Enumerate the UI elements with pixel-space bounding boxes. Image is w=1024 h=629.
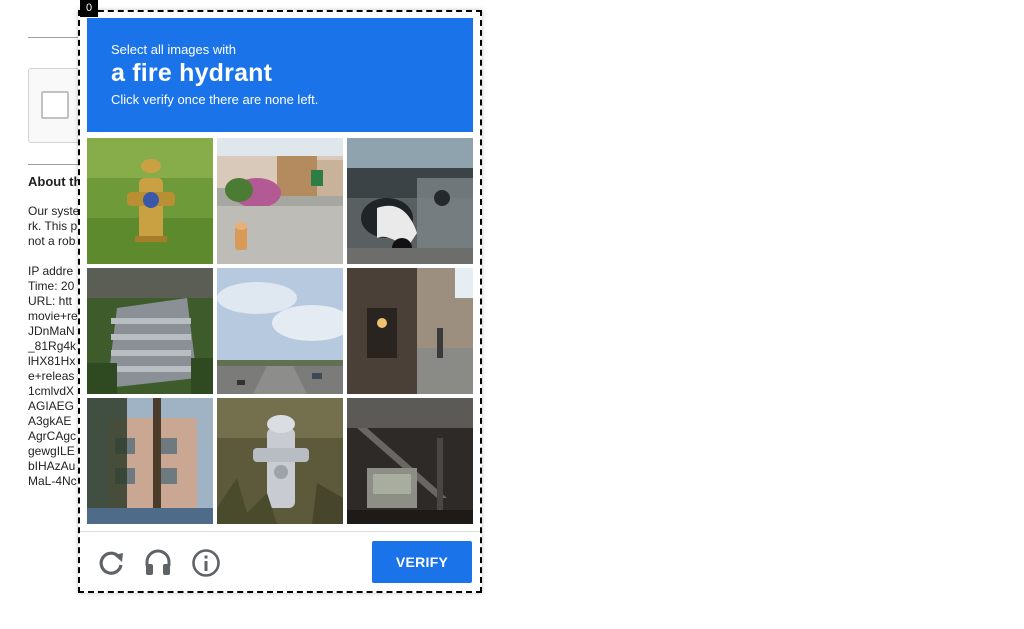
image-tile-8[interactable]: [217, 398, 343, 524]
background-text-line: Time: 20: [28, 279, 75, 293]
background-text-line: IP addre: [28, 264, 74, 278]
silver-hydrant-image: [217, 398, 343, 524]
street-shops-image: [347, 268, 473, 394]
background-text-line: AgrCAgc: [28, 429, 77, 443]
metal-stairway-image: [347, 398, 473, 524]
background-text-line: 1cmlvdX: [28, 384, 75, 398]
background-text-line: AGIAEG: [28, 399, 75, 413]
background-text-line: e+releas: [28, 369, 75, 383]
recaptcha-checkbox[interactable]: [41, 91, 69, 119]
apartment-building-image: [87, 398, 213, 524]
scooters-image: [347, 138, 473, 264]
image-tile-9[interactable]: [347, 398, 473, 524]
image-tile-7[interactable]: [87, 398, 213, 524]
instruction-hint: Click verify once there are none left.: [111, 92, 319, 107]
background-text-line: bIHAzAu: [28, 459, 76, 473]
verify-button[interactable]: VERIFY: [372, 541, 472, 583]
background-text-line: JDnMaN: [28, 324, 75, 338]
info-icon[interactable]: [190, 547, 222, 579]
background-text-line: not a rob: [28, 234, 76, 248]
about-heading: About th: [28, 174, 82, 189]
reload-icon[interactable]: [95, 547, 127, 579]
audio-challenge-icon[interactable]: [142, 547, 174, 579]
background-text-line: URL: htt: [28, 294, 73, 308]
sidewalk-image: [217, 138, 343, 264]
image-tile-3[interactable]: [347, 138, 473, 264]
image-tile-4[interactable]: [87, 268, 213, 394]
background-text-line: movie+re: [28, 309, 78, 323]
image-tile-2[interactable]: [217, 138, 343, 264]
highway-image: [217, 268, 343, 394]
background-text-line: Our syste: [28, 204, 80, 218]
image-tile-1[interactable]: [87, 138, 213, 264]
image-grid: [87, 138, 473, 524]
footer-divider: [80, 531, 480, 532]
background-text-line: MaL-4Nc: [28, 474, 77, 488]
background-text-line: _81Rg4k: [28, 339, 77, 353]
stone-steps-image: [87, 268, 213, 394]
image-tile-6[interactable]: [347, 268, 473, 394]
target-object: a fire hydrant: [111, 59, 273, 87]
background-text-line: lHX81Hx: [28, 354, 76, 368]
image-tile-5[interactable]: [217, 268, 343, 394]
background-text-line: gewgILE: [28, 444, 75, 458]
popup-index-badge: 0: [80, 0, 98, 17]
challenge-header: Select all images with a fire hydrant Cl…: [87, 18, 473, 132]
hydrant-on-grass-image: [87, 138, 213, 264]
background-text-line: rk. This p: [28, 219, 78, 233]
background-text-line: A3gkAE: [28, 414, 72, 428]
instruction-prefix: Select all images with: [111, 42, 236, 57]
